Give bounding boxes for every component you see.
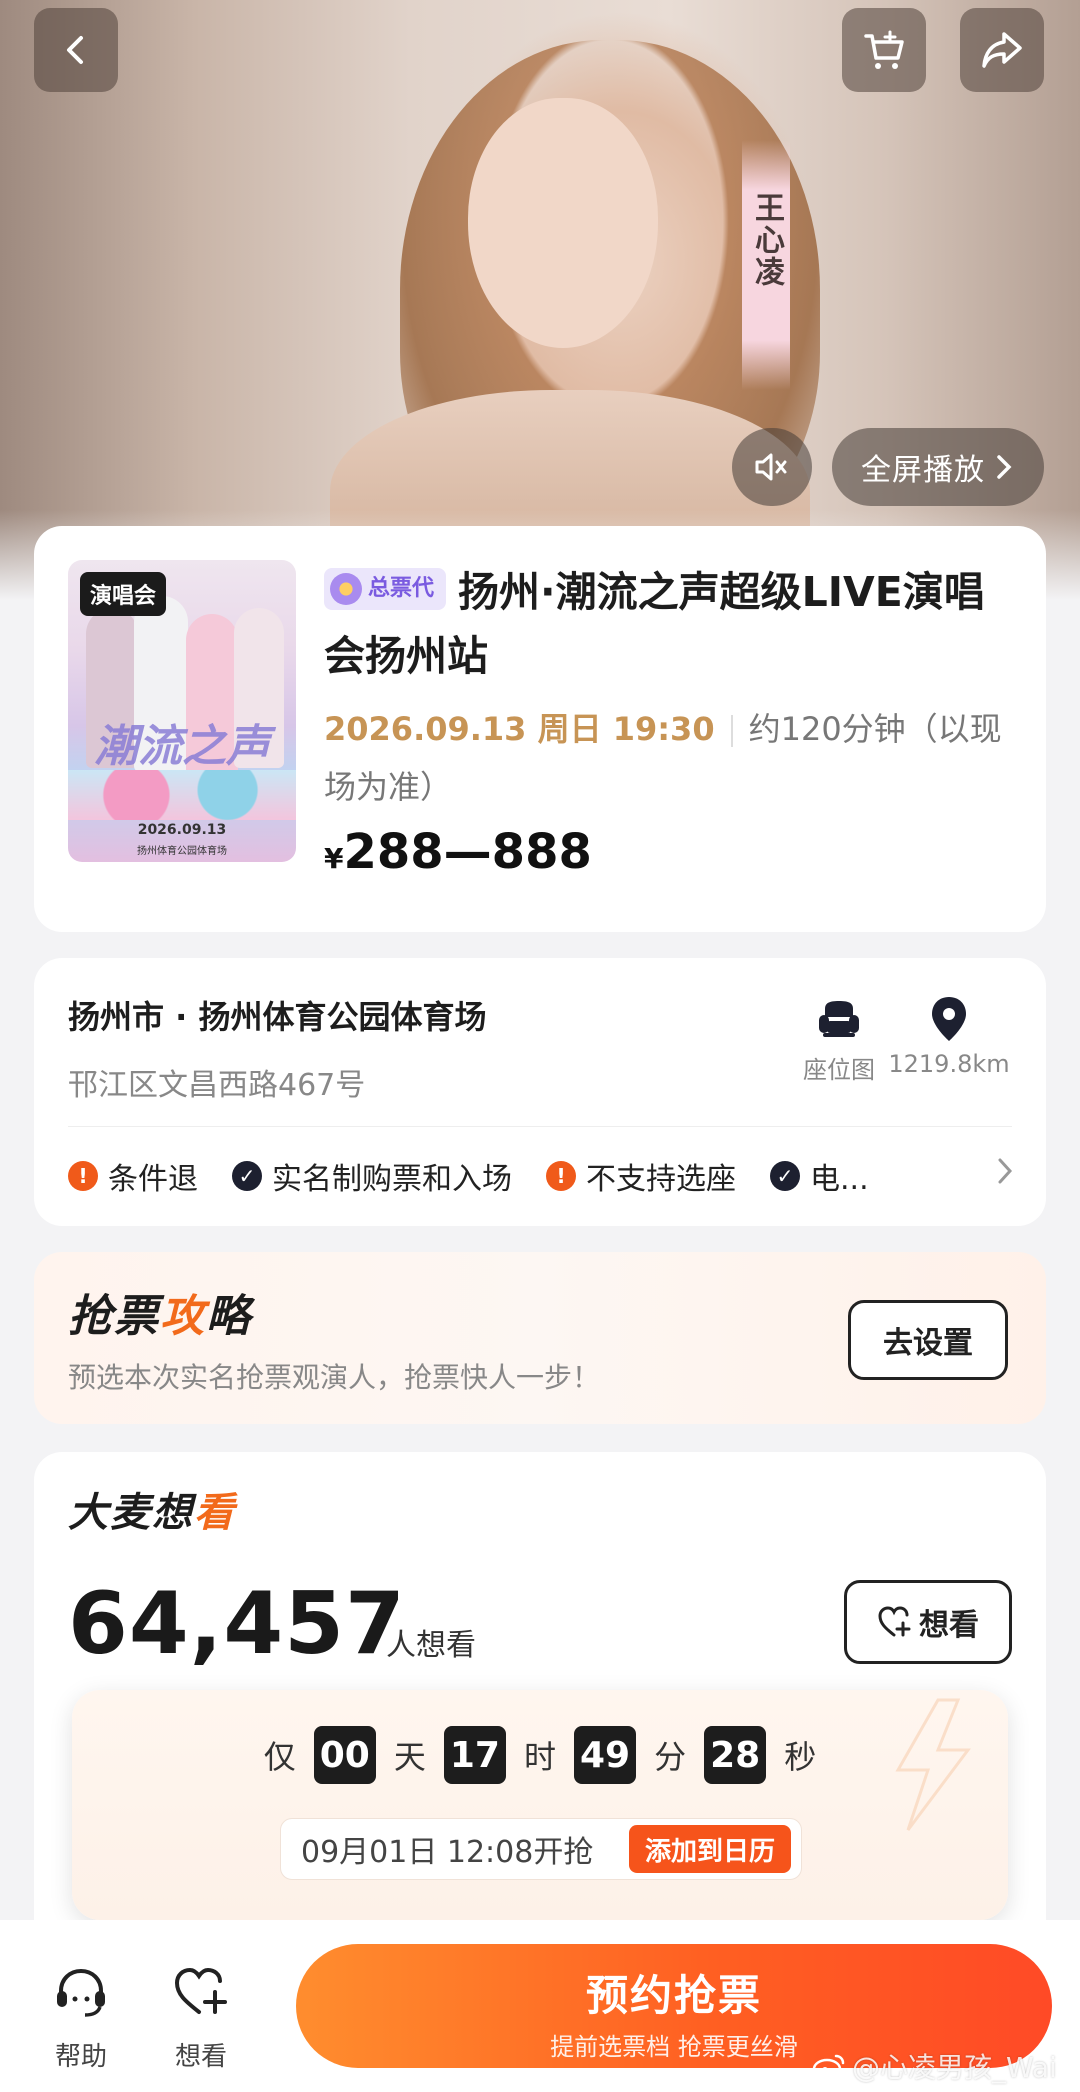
ticket-strategy-card: 抢票攻略 预选本次实名抢票观演人，抢票快人一步！ 去设置: [34, 1252, 1046, 1424]
want-count: 64,457: [68, 1574, 406, 1674]
reserve-ticket-label: 预约抢票: [585, 1971, 762, 2020]
category-tag: 演唱会: [80, 572, 167, 616]
strategy-title: 抢票攻略: [68, 1280, 252, 1344]
want-title-b: 看: [194, 1490, 236, 1536]
fullscreen-label: 全屏播放: [861, 453, 985, 488]
heart-plus-icon: [878, 1606, 911, 1637]
policy-item: ✓ 实名制购票和入场: [232, 1154, 512, 1198]
event-price: ¥288—888: [324, 824, 1024, 880]
want-button-label: 想看: [919, 1608, 979, 1643]
weibo-icon: [812, 2054, 845, 2080]
strategy-title-c: 略: [206, 1291, 252, 1342]
event-card: 潮流之声 2026.09.13 扬州体育公园体育场 演唱会 总票代 扬州·潮流之声…: [34, 526, 1046, 932]
cart-icon: [864, 30, 904, 69]
countdown-panel: 仅 00 天 17 时 49 分 28 秒 09月01日 12:08开抢 添加到…: [72, 1690, 1008, 1920]
share-button[interactable]: [960, 8, 1044, 92]
event-title-block: 总票代 扬州·潮流之声超级LIVE演唱会扬州站: [324, 560, 1024, 688]
sale-open-time: 09月01日 12:08开抢 添加到日历: [280, 1818, 802, 1880]
poster-flowers: [68, 770, 296, 820]
poster-date: 2026.09.13: [137, 822, 227, 838]
want-title: 大麦想看: [68, 1480, 236, 1538]
strategy-title-b: 攻: [160, 1291, 206, 1342]
policy-row[interactable]: ! 条件退 ✓ 实名制购票和入场 ! 不支持选座 ✓ 电...: [68, 1154, 1016, 1198]
add-to-calendar-button[interactable]: 添加到日历: [628, 1825, 791, 1873]
chevron-right-icon: [998, 1158, 1013, 1184]
heart-plus-icon: [174, 1967, 227, 2014]
video-player[interactable]: 王心凌: [0, 0, 1080, 610]
price-currency: ¥: [324, 842, 344, 875]
policy-item: ! 条件退: [68, 1154, 198, 1198]
countdown-seconds: 28: [704, 1726, 767, 1784]
policy-item: ✓ 电...: [770, 1154, 869, 1198]
policy-label: 不支持选座: [586, 1162, 736, 1197]
event-info: 总票代 扬州·潮流之声超级LIVE演唱会扬州站 2026.09.13 周日 19:…: [324, 560, 1024, 880]
help-label: 帮助: [54, 2042, 107, 2072]
strategy-subtitle: 预选本次实名抢票观演人，抢票快人一步！: [68, 1361, 601, 1394]
share-icon: [982, 32, 1022, 68]
sale-open-time-label: 09月01日 12:08开抢: [301, 1835, 594, 1870]
countdown-prefix: 仅: [263, 1738, 296, 1776]
chevron-right-icon: [997, 455, 1012, 479]
poster-venue: 扬州体育公园体育场: [137, 846, 227, 857]
app-screen: 王心凌 全屏播放 潮流之声 2026.09.13 扬州体育公园体育场 演唱会 总…: [0, 0, 1080, 2092]
policy-label: 条件退: [108, 1162, 198, 1197]
price-range: 288—888: [343, 824, 592, 880]
policy-item: ! 不支持选座: [546, 1154, 736, 1198]
countdown-minutes-unit: 分: [654, 1738, 687, 1776]
agent-badge: 总票代: [324, 568, 447, 610]
headset-icon: [57, 1968, 105, 2017]
venue-divider: [68, 1126, 1012, 1127]
agent-badge-icon: [330, 573, 362, 605]
countdown-seconds-unit: 秒: [784, 1738, 817, 1776]
countdown-timer: 仅 00 天 17 时 49 分 28 秒: [72, 1726, 1008, 1784]
countdown-minutes: 49: [574, 1726, 637, 1784]
warning-icon: !: [68, 1161, 98, 1191]
cart-button[interactable]: [842, 8, 926, 92]
policy-label: 电...: [810, 1162, 869, 1197]
help-button[interactable]: 帮助: [36, 1960, 126, 2073]
check-icon: ✓: [232, 1161, 262, 1191]
policy-label: 实名制购票和入场: [272, 1162, 512, 1197]
go-setup-button[interactable]: 去设置: [848, 1300, 1008, 1380]
watermark-text: @心凌男孩_Wai: [852, 2051, 1057, 2084]
warning-icon: !: [546, 1161, 576, 1191]
venue-distance: 1219.8km: [888, 1050, 1010, 1078]
artist-name: 王心凌: [749, 192, 784, 288]
strategy-title-a: 抢票: [68, 1291, 160, 1342]
venue-name[interactable]: 扬州市 · 扬州体育公园体育场: [68, 992, 486, 1038]
artist-name-tag: 王心凌: [742, 140, 790, 390]
event-dateline: 2026.09.13 周日 19:30 约120分钟（以现场为准）: [324, 700, 1024, 816]
want-count-unit: 人想看: [386, 1628, 476, 1663]
agent-badge-label: 总票代: [368, 576, 435, 601]
location-pin-icon: [932, 997, 966, 1041]
poster-title: 潮流之声: [94, 721, 270, 772]
countdown-hours-unit: 时: [523, 1738, 556, 1776]
chevron-left-icon: [67, 36, 83, 64]
bottom-want-button[interactable]: 想看: [156, 1960, 246, 2073]
want-title-a: 大麦想: [68, 1490, 194, 1536]
venue-card: 扬州市 · 扬州体育公园体育场 邗江区文昌西路467号 座位图 1219.8km…: [34, 958, 1046, 1226]
seat-icon: [819, 1001, 859, 1037]
fullscreen-button[interactable]: 全屏播放: [832, 428, 1044, 506]
event-poster[interactable]: 潮流之声 2026.09.13 扬州体育公园体育场 演唱会: [68, 560, 296, 862]
countdown-days: 00: [313, 1726, 376, 1784]
back-button[interactable]: [34, 8, 118, 92]
video-subject-face: [468, 98, 658, 348]
countdown-days-unit: 天: [393, 1738, 426, 1776]
venue-address[interactable]: 邗江区文昌西路467号: [68, 1060, 365, 1104]
want-button[interactable]: 想看: [844, 1580, 1012, 1664]
event-datetime: 2026.09.13 周日 19:30: [324, 710, 715, 748]
mute-icon: [755, 453, 787, 481]
countdown-hours: 17: [443, 1726, 506, 1784]
dateline-separator: [730, 715, 733, 747]
want-label: 想看: [174, 2042, 227, 2072]
watermark: @心凌男孩_Wai: [812, 2046, 1057, 2086]
mute-button[interactable]: [732, 428, 812, 506]
map-location-button[interactable]: 1219.8km: [884, 994, 1014, 1078]
check-icon: ✓: [770, 1161, 800, 1191]
